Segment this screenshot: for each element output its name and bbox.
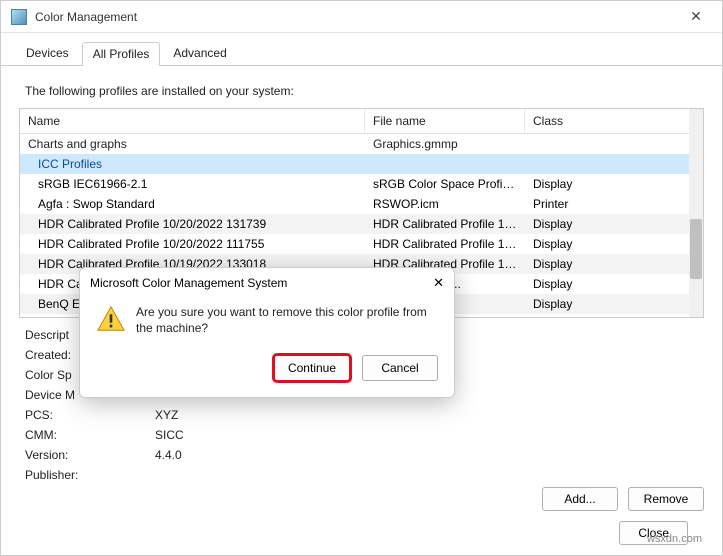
app-icon — [11, 9, 27, 25]
table-row[interactable]: Agfa : Swop Standard RSWOP.icm Printer — [20, 194, 703, 214]
col-name[interactable]: Name — [20, 109, 365, 133]
tab-advanced[interactable]: Advanced — [162, 41, 237, 65]
close-button[interactable]: Close — [619, 521, 688, 545]
col-class[interactable]: Class — [525, 109, 703, 133]
intro-text: The following profiles are installed on … — [25, 84, 698, 98]
table-header: Name File name Class — [20, 109, 703, 134]
footer-buttons: Add... Remove — [542, 487, 704, 511]
dialog-title-text: Microsoft Color Management System — [90, 276, 433, 290]
table-row-selected[interactable]: ICC Profiles — [20, 154, 703, 174]
table-row[interactable]: sRGB IEC61966-2.1 sRGB Color Space Profi… — [20, 174, 703, 194]
titlebar: Color Management ✕ — [1, 1, 722, 33]
window-close-button[interactable]: ✕ — [674, 2, 718, 32]
window-title: Color Management — [35, 10, 674, 24]
dialog-message: Are you sure you want to remove this col… — [136, 304, 438, 339]
table-row[interactable]: Charts and graphs Graphics.gmmp — [20, 134, 703, 154]
detail-pcs-label: PCS: — [25, 408, 155, 428]
dialog-close-button[interactable]: ✕ — [433, 275, 444, 291]
cancel-button[interactable]: Cancel — [362, 355, 438, 381]
remove-button[interactable]: Remove — [628, 487, 704, 511]
add-button[interactable]: Add... — [542, 487, 618, 511]
detail-pcs-value: XYZ — [155, 408, 698, 428]
scrollbar[interactable] — [689, 109, 703, 317]
table-row[interactable]: HDR Calibrated Profile 10/20/2022 111755… — [20, 234, 703, 254]
col-file[interactable]: File name — [365, 109, 525, 133]
continue-button[interactable]: Continue — [274, 355, 350, 381]
detail-version-label: Version: — [25, 448, 155, 468]
confirm-dialog: Microsoft Color Management System ✕ Are … — [79, 267, 455, 398]
warning-icon — [96, 304, 126, 339]
detail-cmm-label: CMM: — [25, 428, 155, 448]
tab-devices[interactable]: Devices — [15, 41, 80, 65]
detail-publisher-label: Publisher: — [25, 468, 155, 488]
tab-strip: Devices All Profiles Advanced — [1, 33, 722, 66]
scroll-thumb[interactable] — [690, 219, 702, 279]
dialog-titlebar: Microsoft Color Management System ✕ — [80, 268, 454, 298]
color-management-window: Color Management ✕ Devices All Profiles … — [0, 0, 723, 556]
table-row[interactable]: HDR Calibrated Profile 10/20/2022 131739… — [20, 214, 703, 234]
detail-version-value: 4.4.0 — [155, 448, 698, 468]
tab-all-profiles[interactable]: All Profiles — [82, 42, 161, 66]
detail-cmm-value: SICC — [155, 428, 698, 448]
